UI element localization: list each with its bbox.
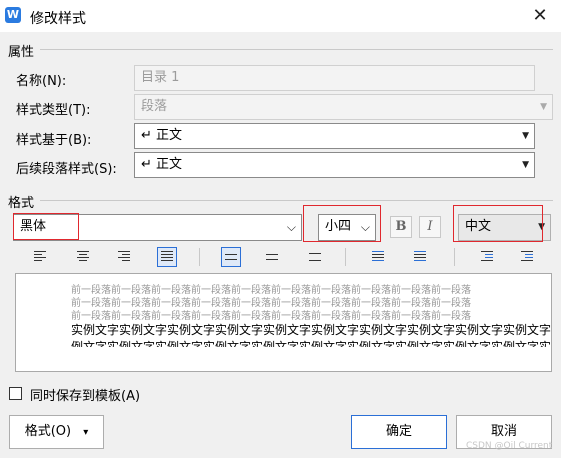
bold-button[interactable]: B — [390, 216, 412, 238]
script-highlight-box — [453, 205, 543, 242]
toolbar-separator — [345, 248, 346, 266]
dropdown-arrow-icon: ▼ — [522, 160, 529, 170]
based-on-dropdown[interactable]: ↵ 正文 ▼ — [134, 123, 535, 149]
single-spacing-button[interactable] — [221, 247, 241, 267]
format-section-label: 格式 — [8, 196, 35, 211]
dropdown-arrow-icon: ▼ — [522, 131, 529, 141]
decrease-indent-button[interactable] — [477, 247, 497, 267]
align-center-icon — [77, 251, 89, 263]
align-left-button[interactable] — [30, 247, 50, 267]
chevron-down-icon: ▾ — [83, 427, 89, 438]
properties-divider — [40, 49, 553, 50]
save-to-template-checkbox[interactable] — [9, 387, 22, 400]
toolbar-separator — [454, 248, 455, 266]
name-field[interactable]: 目录 1 — [134, 65, 535, 91]
preview-sample-text: 实例文字实例文字实例文字实例文字实例文字实例文字实例文字实例文字实例文字实例文字 — [71, 323, 552, 337]
toolbar-separator — [199, 248, 200, 266]
ok-button[interactable]: 确定 — [351, 415, 447, 449]
align-right-button[interactable] — [114, 247, 134, 267]
align-center-button[interactable] — [73, 247, 93, 267]
format-divider — [40, 200, 553, 201]
next-style-value: ↵ 正文 — [141, 157, 183, 172]
italic-button[interactable]: I — [419, 216, 441, 238]
font-highlight-box — [13, 213, 79, 240]
preview-previous-paragraph: 前一段落前一段落前一段落前一段落前一段落前一段落前一段落前一段落前一段落前一段落 — [71, 311, 471, 322]
increase-indent-button[interactable] — [517, 247, 537, 267]
wps-app-icon: W — [5, 7, 21, 23]
outdent-icon — [481, 251, 493, 263]
one-half-spacing-icon — [266, 254, 278, 262]
double-spacing-icon — [309, 253, 321, 263]
based-on-label: 样式基于(B): — [16, 133, 92, 148]
csdn-watermark: CSDN @Oil Current — [466, 441, 553, 451]
space-before-increase-button[interactable] — [410, 247, 430, 267]
chevron-down-icon: ⌵ — [286, 220, 296, 234]
space-before-decrease-button[interactable] — [368, 247, 388, 267]
name-label: 名称(N): — [16, 74, 67, 89]
style-type-dropdown[interactable]: 段落 ▼ — [134, 94, 553, 120]
dropdown-arrow-icon: ▼ — [540, 102, 547, 112]
style-type-value: 段落 — [141, 99, 168, 114]
save-to-template-label: 同时保存到模板(A) — [30, 389, 141, 404]
indent-icon — [521, 251, 533, 263]
size-highlight-box — [303, 205, 381, 242]
format-menu-button[interactable]: 格式(O) ▾ — [9, 415, 104, 449]
window-title: 修改样式 — [30, 11, 86, 27]
justify-icon — [161, 251, 173, 263]
double-spacing-button[interactable] — [305, 247, 325, 267]
justify-button[interactable] — [157, 247, 177, 267]
style-type-label: 样式类型(T): — [16, 103, 91, 118]
align-left-icon — [34, 251, 46, 263]
paragraph-spacing-icon — [414, 251, 426, 263]
preview-sample-text-partial: 例文字实例文字实例文字实例文字实例文字实例文字实例文字实例文字实例文字实例文字实 — [71, 340, 552, 347]
one-half-spacing-button[interactable] — [262, 247, 282, 267]
format-menu-label: 格式(O) — [24, 424, 72, 439]
align-right-icon — [118, 251, 130, 263]
close-button[interactable]: ✕ — [522, 1, 558, 31]
next-style-dropdown[interactable]: ↵ 正文 ▼ — [134, 152, 535, 178]
single-spacing-icon — [225, 254, 237, 262]
next-style-label: 后续段落样式(S): — [16, 162, 117, 177]
properties-section-label: 属性 — [8, 45, 35, 60]
paragraph-spacing-icon — [372, 251, 384, 263]
based-on-value: ↵ 正文 — [141, 128, 183, 143]
style-preview-pane: 前一段落前一段落前一段落前一段落前一段落前一段落前一段落前一段落前一段落前一段落… — [15, 273, 552, 372]
